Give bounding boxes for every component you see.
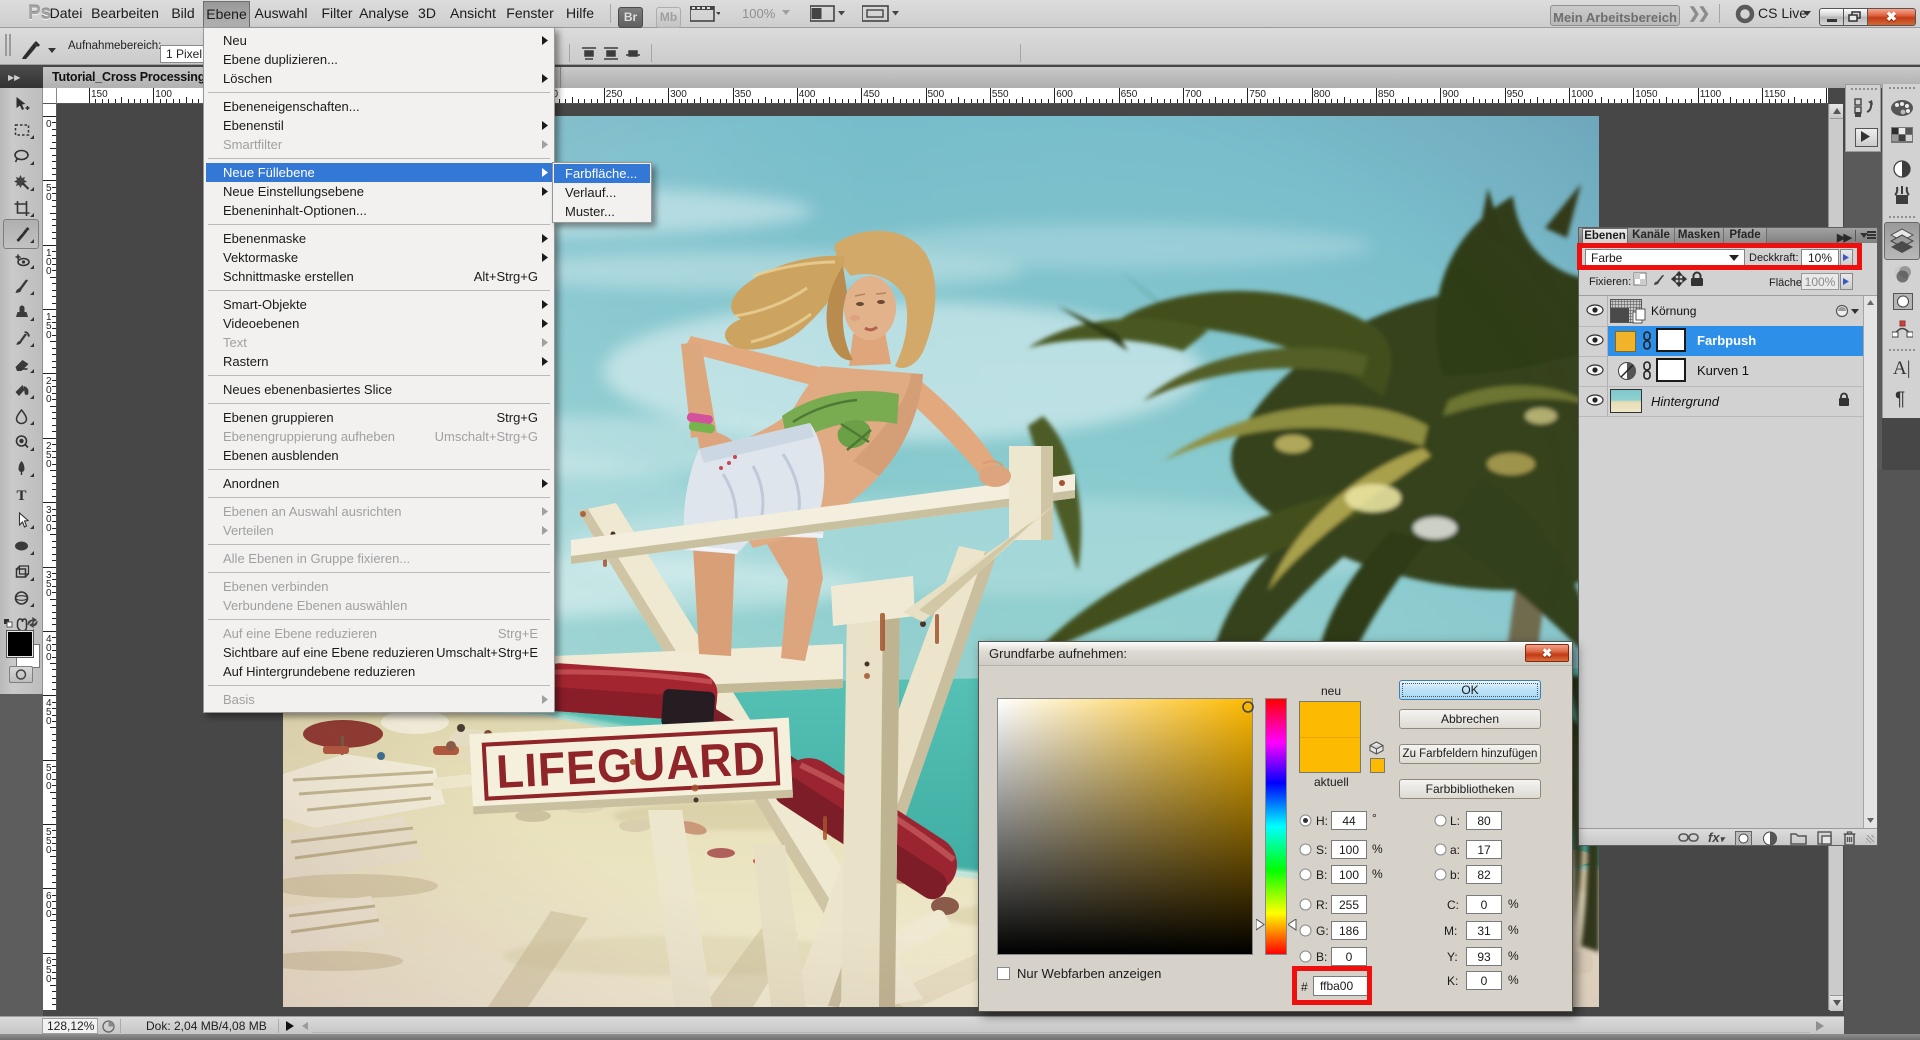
svg-text:T: T [17, 488, 27, 503]
